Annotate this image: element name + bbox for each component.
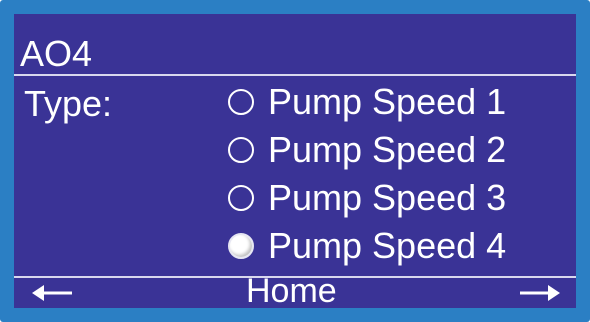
radio-selected-icon[interactable] — [228, 233, 254, 259]
title-divider — [14, 74, 576, 76]
forward-button[interactable] — [518, 278, 562, 308]
arrow-right-icon — [520, 285, 560, 301]
radio-option-pump-speed-4[interactable]: Pump Speed 4 — [228, 222, 576, 270]
display-screen: AO4 Type: Pump Speed 1 Pump Speed 2 Pump… — [14, 14, 576, 308]
radio-option-label: Pump Speed 4 — [268, 225, 507, 266]
radio-option-label: Pump Speed 1 — [268, 81, 507, 122]
arrow-left-icon — [32, 285, 72, 301]
radio-option-label: Pump Speed 3 — [268, 177, 507, 218]
radio-unselected-icon[interactable] — [228, 89, 254, 115]
radio-option-pump-speed-1[interactable]: Pump Speed 1 — [228, 78, 576, 126]
type-radio-group: Pump Speed 1 Pump Speed 2 Pump Speed 3 P… — [228, 78, 576, 270]
radio-unselected-icon[interactable] — [228, 137, 254, 163]
home-button[interactable]: Home — [246, 274, 337, 308]
device-frame: AO4 Type: Pump Speed 1 Pump Speed 2 Pump… — [0, 0, 590, 322]
radio-option-pump-speed-2[interactable]: Pump Speed 2 — [228, 126, 576, 174]
radio-option-label: Pump Speed 2 — [268, 129, 507, 170]
back-button[interactable] — [30, 278, 74, 308]
footer-nav: Home — [14, 274, 576, 308]
radio-unselected-icon[interactable] — [228, 185, 254, 211]
page-title: AO4 — [20, 33, 93, 74]
radio-option-pump-speed-3[interactable]: Pump Speed 3 — [228, 174, 576, 222]
type-label: Type: — [24, 83, 113, 124]
